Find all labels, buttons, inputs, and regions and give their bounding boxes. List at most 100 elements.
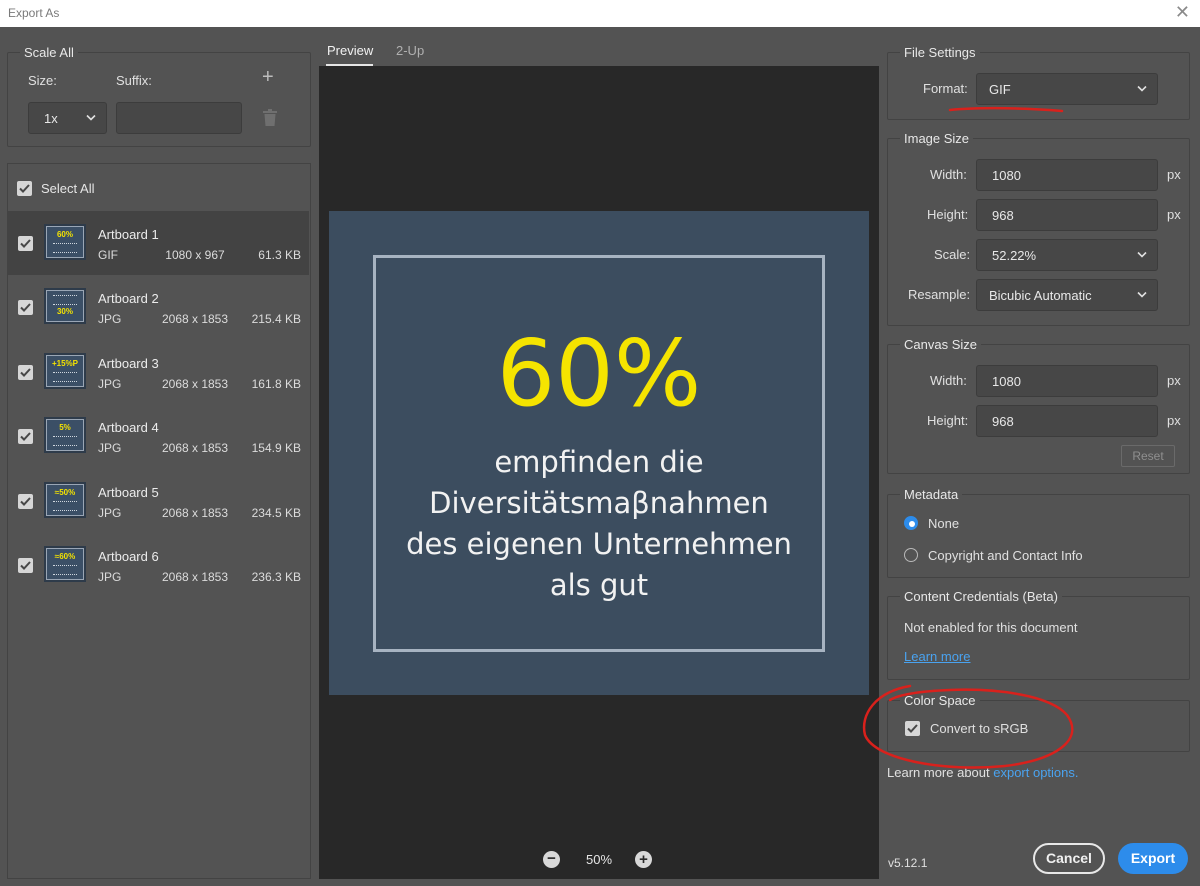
artboard-thumbnail: 30% [44, 288, 86, 324]
chevron-down-icon [86, 114, 96, 121]
metadata-legend: Metadata [900, 487, 963, 502]
artboard-name: Artboard 3 [98, 356, 159, 371]
caption-line: empfinden die [494, 445, 704, 479]
reset-button[interactable]: Reset [1121, 445, 1175, 467]
artboard-checkbox[interactable] [18, 365, 33, 380]
trash-icon[interactable] [262, 109, 278, 127]
scale-label: Scale: [934, 247, 971, 262]
scale-all-legend: Scale All [20, 45, 78, 60]
artboard-dimensions: 2068 x 1853 [161, 570, 229, 584]
artboard-name: Artboard 1 [98, 227, 159, 242]
radio-copyright-label: Copyright and Contact Info [928, 548, 1083, 563]
artboard-row[interactable]: 5% Artboard 4 JPG 2068 x 1853 154.9 KB [8, 404, 309, 468]
cancel-button[interactable]: Cancel [1033, 843, 1105, 874]
size-dropdown-value: 1x [44, 111, 58, 126]
version-label: v5.12.1 [888, 856, 928, 870]
select-all-checkbox[interactable] [17, 181, 32, 196]
canvas-width-unit: px [1167, 373, 1181, 388]
zoom-in-icon[interactable]: + [635, 851, 652, 868]
artboard-filesize: 154.9 KB [251, 441, 301, 455]
artboard-format: JPG [98, 312, 122, 326]
width-input[interactable]: 1080 [976, 159, 1158, 191]
canvas-height-value: 968 [992, 414, 1014, 429]
artboard-filesize: 215.4 KB [251, 312, 301, 326]
scale-dropdown[interactable]: 52.22% [976, 239, 1158, 271]
resample-dropdown[interactable]: Bicubic Automatic [976, 279, 1158, 311]
check-icon [20, 368, 31, 377]
artboard-checkbox[interactable] [18, 558, 33, 573]
artboard-row[interactable]: ≈60% Artboard 6 JPG 2068 x 1853 236.3 KB [8, 533, 309, 597]
artwork-caption: empfinden die Diversitätsmaβnahmen des e… [376, 442, 822, 606]
artboard-format: GIF [98, 248, 118, 262]
artboard-format: JPG [98, 570, 122, 584]
tab-2up[interactable]: 2-Up [396, 43, 424, 58]
artboard-dimensions: 2068 x 1853 [161, 441, 229, 455]
artboard-row[interactable]: +15%P Artboard 3 JPG 2068 x 1853 161.8 K… [8, 340, 309, 404]
artboard-format: JPG [98, 441, 122, 455]
scale-all-panel: Scale All Size: Suffix: + 1x [7, 45, 311, 147]
caption-line: des eigenen Unternehmen [406, 527, 792, 561]
artboard-thumbnail: 60% [44, 224, 86, 260]
artboard-name: Artboard 5 [98, 485, 159, 500]
check-icon [20, 239, 31, 248]
artboard-thumbnail: 5% [44, 417, 86, 453]
thumbnail-text: 60% [56, 230, 73, 239]
artboard-row[interactable]: 30% Artboard 2 JPG 2068 x 1853 215.4 KB [8, 275, 309, 339]
radio-copyright[interactable] [904, 548, 918, 562]
radio-none[interactable] [904, 516, 918, 530]
learn-more-link[interactable]: Learn more [904, 649, 970, 664]
content-credentials-legend: Content Credentials (Beta) [900, 589, 1062, 604]
canvas-height-input[interactable]: 968 [976, 405, 1158, 437]
check-icon [20, 497, 31, 506]
resample-value: Bicubic Automatic [989, 288, 1092, 303]
artboard-thumbnail: ≈50% [44, 482, 86, 518]
size-dropdown[interactable]: 1x [28, 102, 107, 134]
close-icon[interactable]: ✕ [1175, 2, 1190, 23]
caption-line: Diversitätsmaβnahmen [429, 486, 769, 520]
image-size-panel: Image Size Width: 1080 px Height: 968 px… [887, 131, 1190, 326]
tab-preview[interactable]: Preview [327, 43, 373, 58]
select-all-label: Select All [41, 181, 95, 196]
artboard-checkbox[interactable] [18, 429, 33, 444]
width-label: Width: [930, 167, 967, 182]
check-icon [19, 184, 30, 193]
artboard-checkbox[interactable] [18, 494, 33, 509]
annotation-underline [948, 106, 1064, 113]
preview-canvas[interactable]: 60% empfinden die Diversitätsmaβnahmen d… [319, 66, 879, 879]
artboard-thumbnail: +15%P [44, 353, 86, 389]
canvas-height-unit: px [1167, 413, 1181, 428]
suffix-input[interactable] [116, 102, 242, 134]
canvas-width-input[interactable]: 1080 [976, 365, 1158, 397]
canvas-width-label: Width: [930, 373, 967, 388]
artboard-name: Artboard 6 [98, 549, 159, 564]
artboard-rows: 60% Artboard 1 GIF 1080 x 967 61.3 KB 30… [7, 211, 311, 601]
metadata-panel: Metadata None Copyright and Contact Info [887, 487, 1190, 578]
artwork-percentage: 60% [496, 320, 702, 427]
canvas-height-label: Height: [927, 413, 969, 428]
thumbnail-lines [53, 565, 77, 575]
export-button[interactable]: Export [1118, 843, 1188, 874]
thumbnail-lines [53, 243, 77, 253]
height-unit: px [1167, 207, 1181, 222]
scale-value: 52.22% [992, 248, 1037, 263]
add-scale-icon[interactable]: + [262, 66, 274, 89]
artboard-dimensions: 2068 x 1853 [161, 377, 229, 391]
artboard-checkbox[interactable] [18, 236, 33, 251]
artboard-row[interactable]: 60% Artboard 1 GIF 1080 x 967 61.3 KB [8, 211, 309, 275]
thumbnail-text: 30% [56, 307, 73, 316]
check-icon [20, 561, 31, 570]
check-icon [20, 432, 31, 441]
width-unit: px [1167, 167, 1181, 182]
artboard-row[interactable]: ≈50% Artboard 5 JPG 2068 x 1853 234.5 KB [8, 469, 309, 533]
height-input[interactable]: 968 [976, 199, 1158, 231]
file-settings-legend: File Settings [900, 45, 980, 60]
artboard-filesize: 61.3 KB [258, 248, 301, 262]
artboard-checkbox[interactable] [18, 300, 33, 315]
radio-none-label: None [928, 516, 960, 531]
zoom-out-icon[interactable]: − [543, 851, 560, 868]
artboard-dimensions: 1080 x 967 [165, 248, 225, 262]
canvas-size-panel: Canvas Size Width: 1080 px Height: 968 p… [887, 337, 1190, 474]
zoom-level: 50% [586, 852, 613, 867]
thumbnail-text: +15%P [51, 359, 79, 368]
artboard-format: JPG [98, 506, 122, 520]
